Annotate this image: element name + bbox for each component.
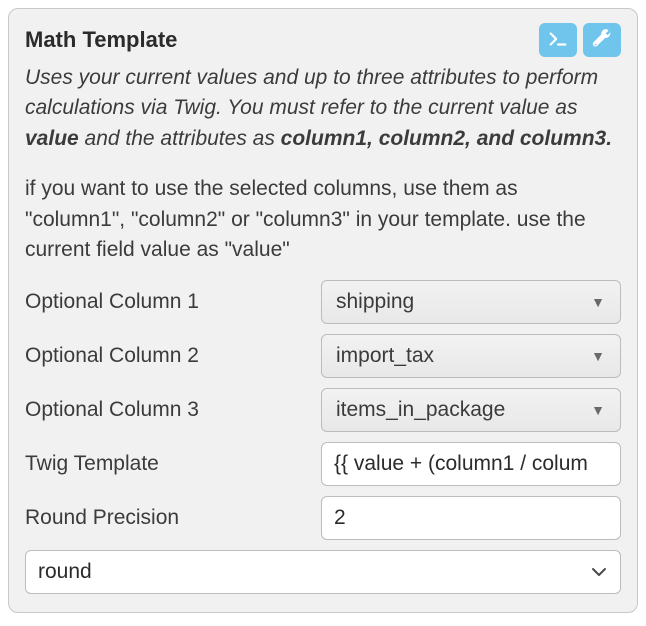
select-col2[interactable]: import_tax [321,334,621,378]
form-row-col2: Optional Column 2 import_tax ▼ [25,334,621,378]
panel-hint: if you want to use the selected columns,… [25,174,621,265]
header-icon-buttons [539,23,621,57]
select-wrap-col3: items_in_package ▼ [321,388,621,432]
label-round-precision: Round Precision [25,506,307,530]
settings-button[interactable] [583,23,621,57]
wrench-icon [591,28,613,53]
select-col1[interactable]: shipping [321,280,621,324]
form-row-col3: Optional Column 3 items_in_package ▼ [25,388,621,432]
description-text: and the attributes as [79,127,281,150]
twig-template-input[interactable] [321,442,621,486]
input-wrap-round-precision [321,496,621,540]
input-wrap-twig [321,442,621,486]
panel-description: Uses your current values and up to three… [25,63,621,154]
round-mode-select[interactable]: round [25,550,621,594]
panel-header: Math Template [25,23,621,57]
form-row-round-mode: round [25,550,621,594]
label-twig: Twig Template [25,452,307,476]
select-wrap-col1: shipping ▼ [321,280,621,324]
terminal-icon [547,28,569,53]
label-col3: Optional Column 3 [25,398,307,422]
panel-title: Math Template [25,27,177,53]
form-row-col1: Optional Column 1 shipping ▼ [25,280,621,324]
description-text: Uses your current values and up to three… [25,66,598,119]
select-wrap-col2: import_tax ▼ [321,334,621,378]
label-col2: Optional Column 2 [25,344,307,368]
description-bold-value: value [25,127,79,150]
label-col1: Optional Column 1 [25,290,307,314]
form-row-twig: Twig Template [25,442,621,486]
form-row-round-precision: Round Precision [25,496,621,540]
description-bold-columns: column1, column2, and column3. [281,127,612,150]
round-precision-input[interactable] [321,496,621,540]
select-col3[interactable]: items_in_package [321,388,621,432]
terminal-button[interactable] [539,23,577,57]
math-template-panel: Math Template Uses your current [8,8,638,613]
